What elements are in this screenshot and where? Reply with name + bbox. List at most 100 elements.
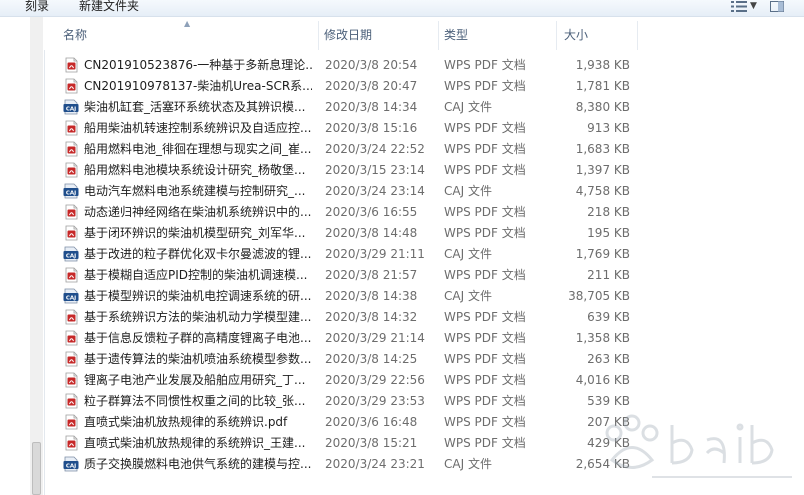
pdf-file-icon: [65, 162, 78, 178]
baidu-jingyan-watermark: [605, 414, 792, 478]
file-row[interactable]: 锂离子电池产业发展及船舶应用研究_丁... 2020/3/29 22:56 WPS …: [44, 370, 804, 391]
file-row[interactable]: CAJ 电动汽车燃料电池系统建模与控制研究_... 2020/3/24 23:14 C…: [44, 181, 804, 202]
caj-file-icon: CAJ: [63, 288, 79, 304]
file-row[interactable]: 基于信息反馈粒子群的高精度锂离子电池... 2020/3/29 21:14 WPS …: [44, 328, 804, 349]
view-options-icon[interactable]: [731, 1, 747, 12]
navigation-pane-scrollbar[interactable]: [30, 17, 43, 495]
file-name: 锂离子电池产业发展及船舶应用研究_丁...: [84, 373, 306, 387]
file-name: 基于模型辨识的柴油机电控调速系统的研...: [84, 289, 312, 303]
file-type: WPS PDF 文档: [444, 436, 526, 450]
file-name: 质子交换膜燃料电池供气系统的建模与控...: [84, 457, 312, 471]
file-row[interactable]: CN201910978137-柴油机Urea-SCR系... 2020/3/8 2…: [44, 76, 804, 97]
file-type: CAJ 文件: [444, 100, 492, 114]
file-type: WPS PDF 文档: [444, 163, 526, 177]
file-row[interactable]: 基于系统辨识方法的柴油机动力学模型建... 2020/3/8 14:32 WPS P…: [44, 307, 804, 328]
file-size: 38,705 KB: [568, 289, 630, 303]
navigation-pane-scroll-thumb[interactable]: [32, 442, 41, 495]
column-divider[interactable]: [637, 21, 638, 50]
file-row[interactable]: 基于模糊自适应PID控制的柴油机调速模... 2020/3/8 21:57 WPS …: [44, 265, 804, 286]
file-row[interactable]: 基于遗传算法的柴油机喷油系统模型参数... 2020/3/8 14:25 WPS P…: [44, 349, 804, 370]
file-row[interactable]: 动态递归神经网络在柴油机系统辨识中的... 2020/3/6 16:55 WPS P…: [44, 202, 804, 223]
file-row[interactable]: CAJ 基于模型辨识的柴油机电控调速系统的研... 2020/3/8 14:38 CA…: [44, 286, 804, 307]
file-modified-date: 2020/3/8 20:54: [325, 58, 418, 72]
column-header-date[interactable]: 修改日期: [324, 17, 372, 50]
file-size: 1,358 KB: [575, 331, 630, 345]
file-type: WPS PDF 文档: [444, 142, 526, 156]
file-modified-date: 2020/3/8 15:16: [325, 121, 418, 135]
pdf-file-icon: [65, 435, 78, 451]
preview-pane-icon[interactable]: [770, 1, 784, 12]
file-name: 动态递归神经网络在柴油机系统辨识中的...: [84, 205, 312, 219]
file-type: WPS PDF 文档: [444, 394, 526, 408]
file-modified-date: 2020/3/8 14:32: [325, 310, 418, 324]
pdf-file-icon: [65, 267, 78, 283]
sort-ascending-icon: ▲: [184, 19, 191, 28]
view-dropdown-arrow-icon[interactable]: ▼: [750, 1, 757, 11]
file-type: WPS PDF 文档: [444, 415, 526, 429]
file-modified-date: 2020/3/24 22:52: [325, 142, 425, 156]
pdf-file-icon: [65, 372, 78, 388]
file-type: WPS PDF 文档: [444, 373, 526, 387]
command-bar: 刻录 新建文件夹 ▼: [0, 0, 804, 17]
file-size: 211 KB: [587, 268, 630, 282]
svg-text:CAJ: CAJ: [66, 464, 76, 470]
file-name: 基于系统辨识方法的柴油机动力学模型建...: [84, 310, 312, 324]
file-type: CAJ 文件: [444, 247, 492, 261]
pdf-file-icon: [65, 330, 78, 346]
file-modified-date: 2020/3/8 14:38: [325, 289, 418, 303]
file-row[interactable]: 船用燃料电池模块系统设计研究_杨敬堡... 2020/3/15 23:14 WPS …: [44, 160, 804, 181]
column-divider[interactable]: [556, 21, 557, 50]
file-type: WPS PDF 文档: [444, 226, 526, 240]
file-name: 直喷式柴油机放热规律的系统辨识.pdf: [84, 415, 288, 429]
column-header-type[interactable]: 类型: [444, 17, 468, 50]
file-modified-date: 2020/3/24 23:14: [325, 184, 425, 198]
column-header-size[interactable]: 大小: [564, 17, 588, 50]
file-row[interactable]: CAJ 基于改进的粒子群优化双卡尔曼滤波的锂... 2020/3/29 21:11 C…: [44, 244, 804, 265]
column-divider[interactable]: [318, 21, 319, 50]
file-row[interactable]: CN201910523876-一种基于多新息理论... 2020/3/8 20:5…: [44, 55, 804, 76]
file-row[interactable]: 船用柴油机转速控制系统辨识及自适应控... 2020/3/8 15:16 WPS P…: [44, 118, 804, 139]
file-name: 柴油机缸套_活塞环系统状态及其辨识模...: [84, 100, 306, 114]
file-modified-date: 2020/3/8 14:25: [325, 352, 418, 366]
file-name: CN201910978137-柴油机Urea-SCR系...: [84, 79, 312, 93]
file-modified-date: 2020/3/29 21:14: [325, 331, 425, 345]
file-size: 1,683 KB: [575, 142, 630, 156]
file-row[interactable]: CAJ 柴油机缸套_活塞环系统状态及其辨识模... 2020/3/8 14:34 CA…: [44, 97, 804, 118]
caj-file-icon: CAJ: [63, 183, 79, 199]
file-modified-date: 2020/3/29 23:53: [325, 394, 425, 408]
file-type: CAJ 文件: [444, 457, 492, 471]
column-divider[interactable]: [438, 21, 439, 50]
file-name: 船用燃料电池模块系统设计研究_杨敬堡...: [84, 163, 306, 177]
file-size: 1,769 KB: [575, 247, 630, 261]
caj-file-icon: CAJ: [63, 456, 79, 472]
pdf-file-icon: [65, 309, 78, 325]
file-name: 电动汽车燃料电池系统建模与控制研究_...: [84, 184, 306, 198]
file-name: 粒子群算法不同惯性权重之间的比较_张...: [84, 394, 306, 408]
burn-button[interactable]: 刻录: [25, 0, 49, 15]
svg-text:CAJ: CAJ: [66, 107, 76, 113]
new-folder-button[interactable]: 新建文件夹: [79, 0, 139, 15]
file-size: 4,016 KB: [575, 373, 630, 387]
file-modified-date: 2020/3/24 23:21: [325, 457, 425, 471]
pdf-file-icon: [65, 78, 78, 94]
file-type: WPS PDF 文档: [444, 331, 526, 345]
file-size: 263 KB: [587, 352, 630, 366]
caj-file-icon: CAJ: [63, 99, 79, 115]
file-name: 直喷式柴油机放热规律的系统辨识_王建...: [84, 436, 306, 450]
file-size: 639 KB: [587, 310, 630, 324]
pdf-file-icon: [65, 351, 78, 367]
pdf-file-icon: [65, 57, 78, 73]
file-size: 1,397 KB: [575, 163, 630, 177]
file-type: WPS PDF 文档: [444, 205, 526, 219]
file-name: 基于闭环辨识的柴油机模型研究_刘军华...: [84, 226, 306, 240]
file-size: 1,781 KB: [575, 79, 630, 93]
file-modified-date: 2020/3/29 22:56: [325, 373, 425, 387]
column-header-name[interactable]: 名称: [63, 17, 87, 50]
file-type: WPS PDF 文档: [444, 121, 526, 135]
file-size: 913 KB: [587, 121, 630, 135]
file-row[interactable]: 船用燃料电池_徘徊在理想与现实之间_崔... 2020/3/24 22:52 WPS…: [44, 139, 804, 160]
pdf-file-icon: [65, 204, 78, 220]
pdf-file-icon: [65, 141, 78, 157]
file-name: 基于信息反馈粒子群的高精度锂离子电池...: [84, 331, 312, 345]
file-row[interactable]: 基于闭环辨识的柴油机模型研究_刘军华... 2020/3/8 14:48 WPS P…: [44, 223, 804, 244]
